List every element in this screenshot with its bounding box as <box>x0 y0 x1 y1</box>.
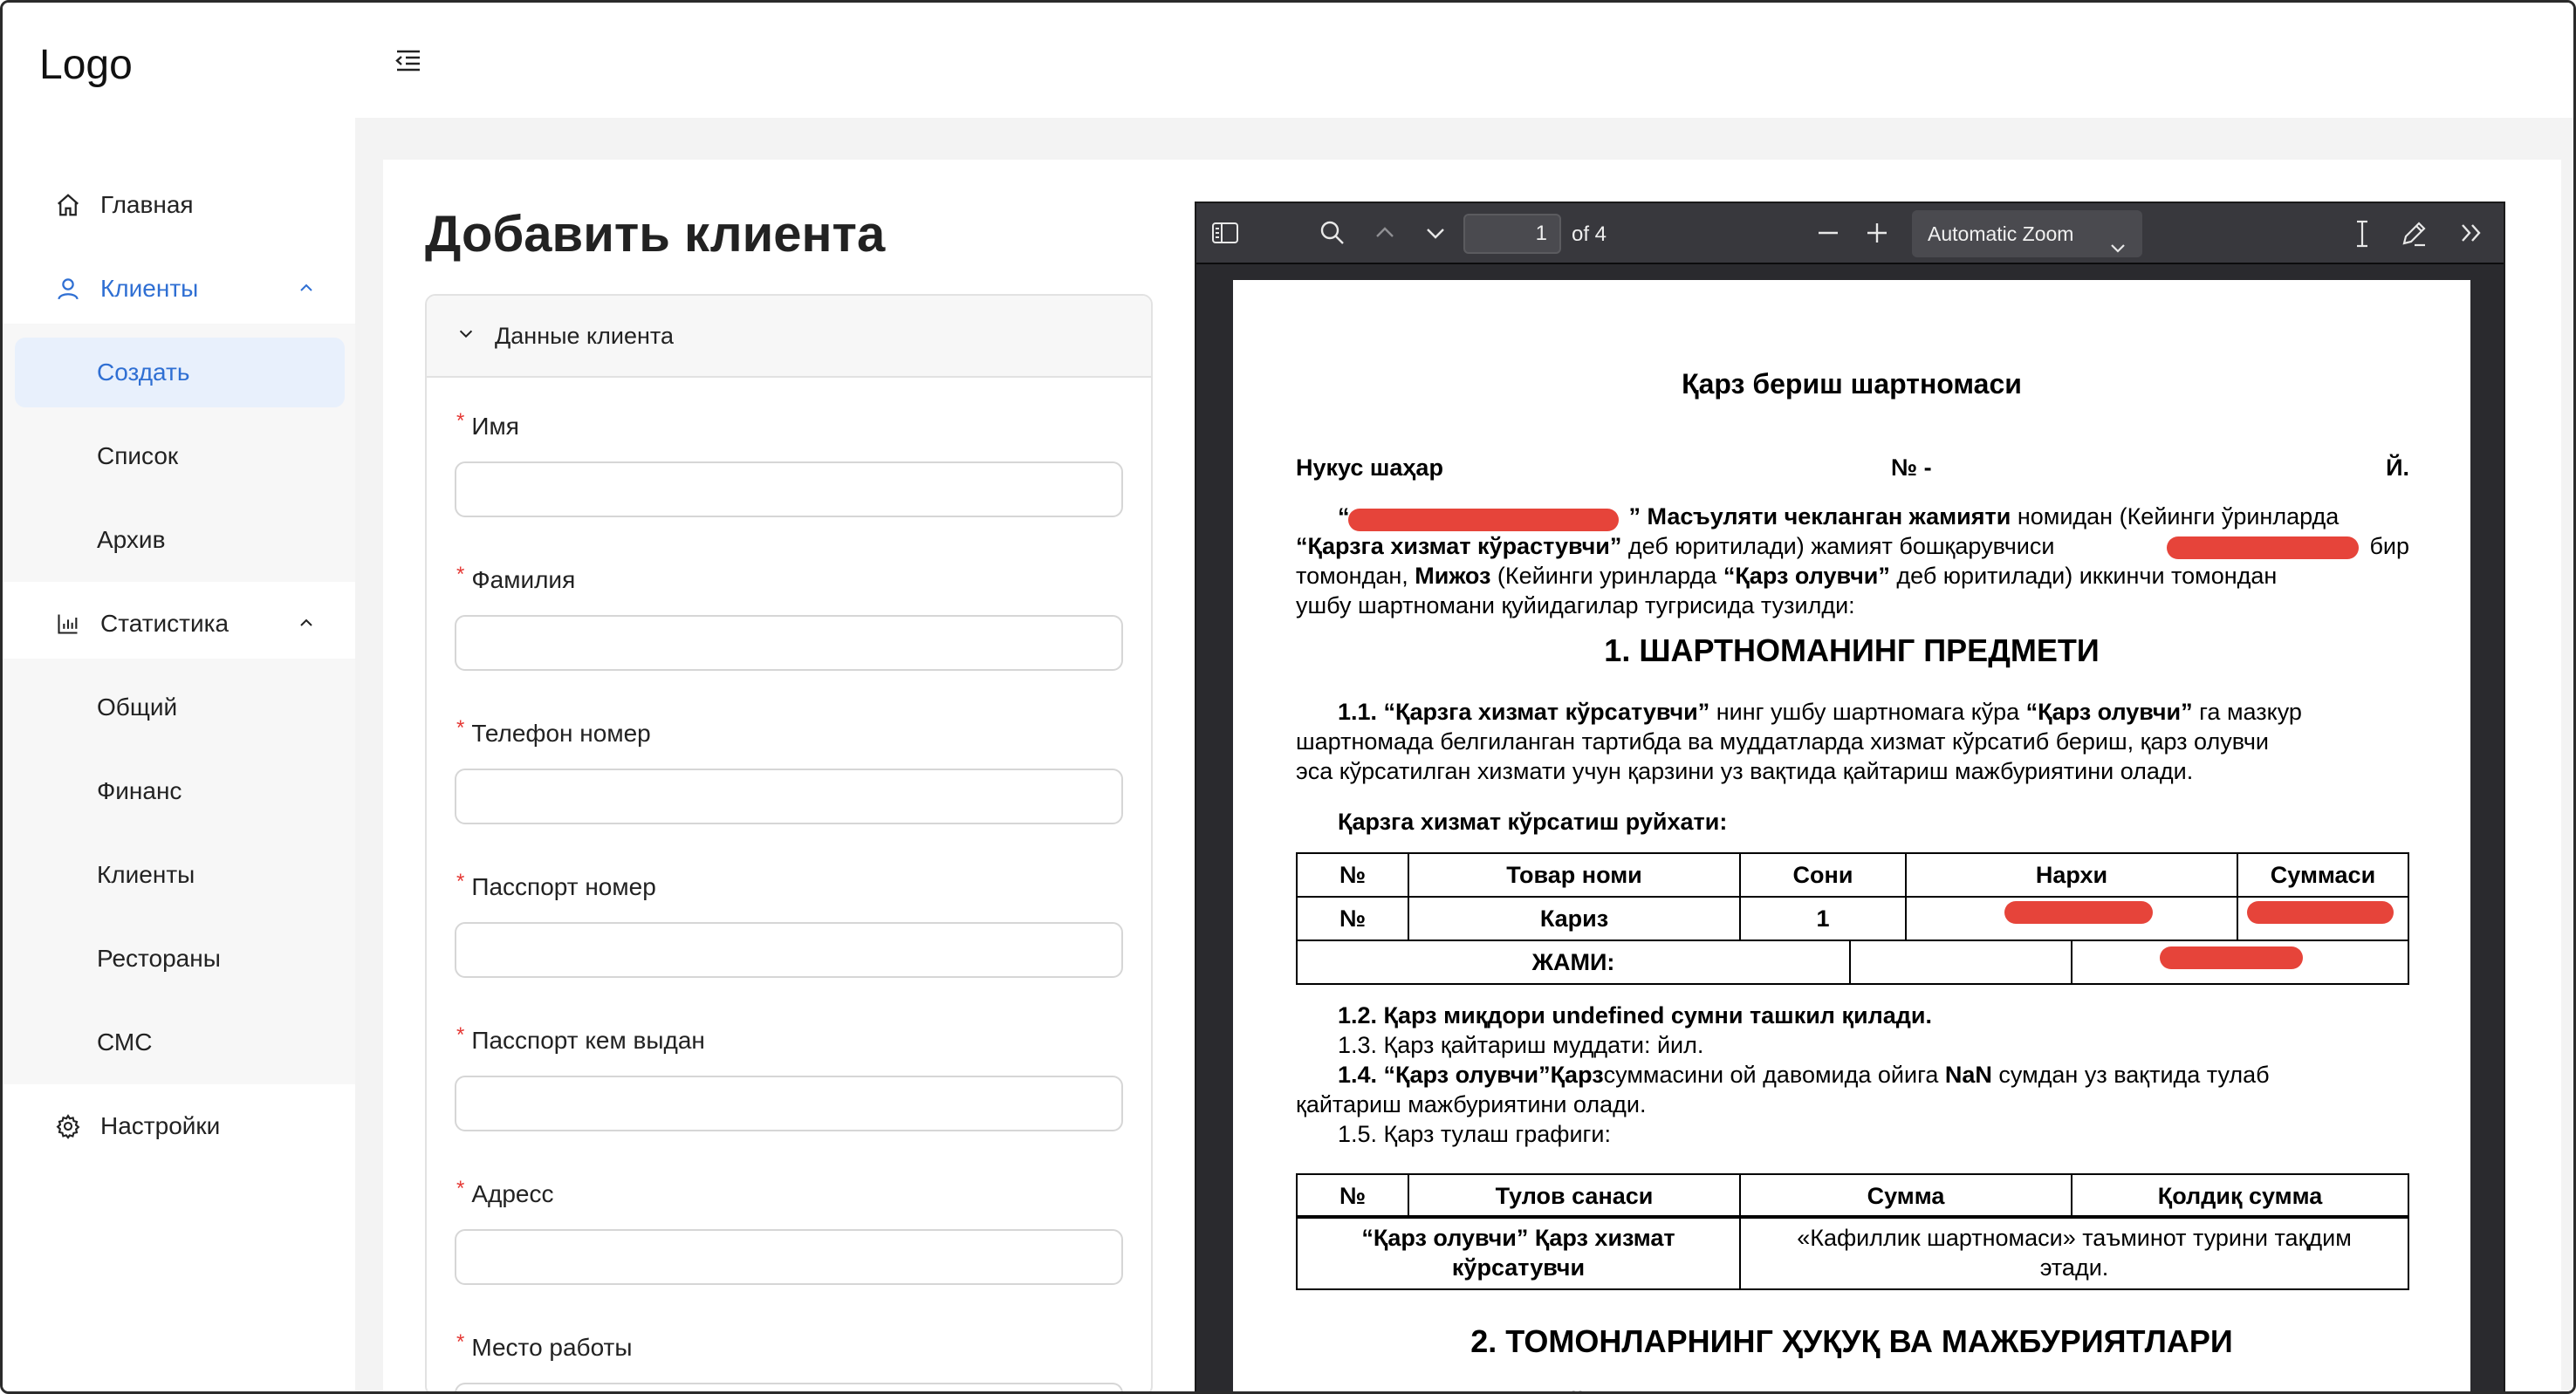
table-header-row: № Тулов санаси Сумма Қолдиқ сумма <box>1296 1173 2409 1219</box>
clause-1-4-line-1: 1.4. “Қарз олувчи”Қарзсуммасини ой давом… <box>1338 1062 2270 1088</box>
sidebar-subitem-restaurants[interactable]: Рестораны <box>15 924 345 994</box>
doc-number: № - <box>1891 454 1932 481</box>
doc-city: Нукус шаҳар <box>1296 454 1443 481</box>
chevron-down-icon <box>2109 226 2127 273</box>
sidebar-item-clients[interactable]: Клиенты <box>13 254 346 324</box>
sidebar-item-settings[interactable]: Настройки <box>13 1091 346 1161</box>
search-icon[interactable] <box>1319 219 1346 251</box>
sidebar-item-statistics[interactable]: Статистика <box>13 589 346 659</box>
passport-issued-by-input[interactable] <box>455 1076 1123 1131</box>
bar-chart-icon <box>53 612 83 636</box>
clause-1-1-line-2: шартномада белгиланган тартибда ва мудда… <box>1296 728 2270 755</box>
pdf-toolbar: 1 of 4 Automatic Zoom <box>1196 203 2504 264</box>
clause-1-2: 1.2. Қарз миқдори undefined сумни ташкил… <box>1338 1002 1932 1028</box>
gear-icon <box>53 1113 83 1139</box>
previous-page-icon[interactable] <box>1371 219 1399 251</box>
next-page-icon[interactable] <box>1422 219 1449 251</box>
field-label: * Фамилия <box>456 563 576 593</box>
table-row: № Кариз 1 <box>1296 896 2409 941</box>
doc-title: Қарз бериш шартномаси <box>1682 368 2022 400</box>
sidebar-subitem-sms[interactable]: СМС <box>15 1008 345 1077</box>
chevron-up-icon <box>296 612 317 639</box>
home-icon <box>53 192 83 218</box>
sidebar-item-label: Статистика <box>100 610 230 637</box>
table-header-row: № Товар номи Сони Нархи Суммаси <box>1296 852 2409 898</box>
sidebar-subitem-finance[interactable]: Финанс <box>15 756 345 826</box>
redaction-mark <box>2247 901 2394 924</box>
top-header <box>355 3 2573 118</box>
sidebar-item-label: Главная <box>100 191 194 218</box>
sidebar: Logo Главная Клиенты Создать Список Архи… <box>3 3 355 1391</box>
pdf-page: Қарз бериш шартномаси Нукус шаҳар № - Й.… <box>1233 280 2470 1391</box>
clause-1-1-line-1: 1.1. “Қарзга хизмат кўрсатувчи” нинг ушб… <box>1338 699 2302 725</box>
sidebar-toggle-icon[interactable] <box>1210 219 1240 251</box>
doc-year: Й. <box>2386 454 2409 481</box>
field-label: * Пасспорт кем выдан <box>456 1023 705 1054</box>
chevron-down-icon <box>456 325 476 348</box>
sidebar-subitem-create[interactable]: Создать <box>15 338 345 407</box>
clause-1-5: 1.5. Қарз тулаш графиги: <box>1338 1121 1611 1147</box>
workplace-input[interactable] <box>455 1383 1123 1391</box>
sidebar-item-label: Настройки <box>100 1112 221 1139</box>
payment-schedule-note-table: “Қарз олувчи” Қарз хизмат кўрсатувчи «Ка… <box>1296 1215 2409 1290</box>
field-label: * Телефон номер <box>456 716 651 747</box>
menu-collapse-icon[interactable] <box>394 48 423 79</box>
section-2-heading: 2. ТОМОНЛАРНИНГ ҲУҚУҚ ВА МАЖБУРИЯТЛАРИ <box>1470 1323 2233 1359</box>
field-label: * Адресс <box>456 1177 554 1207</box>
services-table: № Товар номи Сони Нархи Суммаси № Кариз … <box>1296 852 2409 941</box>
zoom-in-icon[interactable] <box>1863 219 1891 251</box>
zoom-select[interactable]: Automatic Zoom <box>1912 210 2142 257</box>
more-tools-icon[interactable] <box>2458 219 2486 251</box>
section-1-heading: 1. ШАРТНОМАНИНГ ПРЕДМЕТИ <box>1604 632 2100 668</box>
sidebar-subitem-archive[interactable]: Архив <box>15 505 345 575</box>
field-label: * Пасспорт номер <box>456 870 656 900</box>
field-label: * Имя <box>456 409 519 440</box>
intro-line-3: томондан, Мижоз (Кейинги уринларда “Қарз… <box>1296 563 2278 589</box>
sidebar-item-label: Клиенты <box>100 275 199 302</box>
user-icon <box>53 276 83 302</box>
passport-number-input[interactable] <box>455 922 1123 978</box>
zoom-value: Automatic Zoom <box>1928 222 2074 245</box>
clause-1-1-line-3: эса кўрсатилган хизмати учун қарзини уз … <box>1296 758 2194 784</box>
sidebar-subitem-general[interactable]: Общий <box>15 673 345 742</box>
address-input[interactable] <box>455 1229 1123 1285</box>
intro-line-2: “Қарзга хизмат кўрастувчи” деб юритилади… <box>1296 533 2055 559</box>
redaction-mark <box>2167 536 2359 559</box>
intro-line-2-end: бир <box>2369 533 2409 559</box>
page-number-input[interactable]: 1 <box>1463 214 1561 254</box>
clause-1-3: 1.3. Қарз қайтариш муддати: йил. <box>1338 1032 1704 1058</box>
panel-header[interactable]: Данные клиента <box>427 296 1151 378</box>
payment-schedule-table: № Тулов санаси Сумма Қолдиқ сумма <box>1296 1173 2409 1219</box>
logo: Logo <box>39 42 133 88</box>
last-name-input[interactable] <box>455 615 1123 671</box>
zoom-out-icon[interactable] <box>1814 219 1842 251</box>
redaction-mark <box>2004 901 2153 924</box>
redaction-mark <box>1348 509 1619 531</box>
redaction-mark <box>2160 946 2303 969</box>
page-title: Добавить клиента <box>425 206 886 263</box>
services-list-title: Қарзга хизмат кўрсатиш руйхати: <box>1338 809 1728 835</box>
text-select-icon[interactable] <box>2350 219 2374 253</box>
field-label: * Место работы <box>456 1330 633 1361</box>
panel-title: Данные клиента <box>495 322 675 349</box>
table-row: “Қарз олувчи” Қарз хизмат кўрсатувчи «Ка… <box>1296 1215 2409 1290</box>
pdf-viewer: 1 of 4 Automatic Zoom Қарз бериш шартном… <box>1195 202 2505 1391</box>
app-window: Logo Главная Клиенты Создать Список Архи… <box>0 0 2576 1394</box>
chevron-up-icon <box>296 277 317 304</box>
clause-1-4-line-2: қайтариш мажбуриятини олади. <box>1296 1091 1647 1117</box>
sidebar-subitem-list[interactable]: Список <box>15 421 345 491</box>
sidebar-subitem-clients[interactable]: Клиенты <box>15 840 345 910</box>
intro-line-4: ушбу шартномани қуйидагилар тугрисида ту… <box>1296 592 1855 618</box>
first-name-input[interactable] <box>455 461 1123 517</box>
page-count: of 4 <box>1572 222 1607 246</box>
clause-2-1: 2.1 “Қарзга хизмат кўрсатувчи”нинг ҳуқуқ… <box>1338 1386 1890 1391</box>
phone-input[interactable] <box>455 769 1123 824</box>
sidebar-item-home[interactable]: Главная <box>13 170 346 240</box>
draw-icon[interactable] <box>2399 219 2429 253</box>
